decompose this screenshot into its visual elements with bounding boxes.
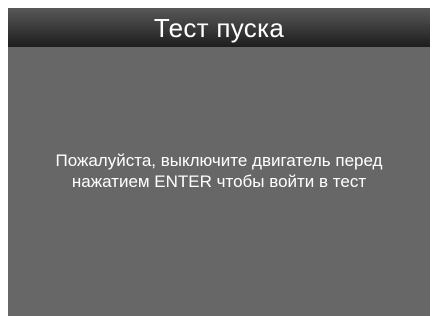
instruction-line-2: нажатием ENTER чтобы войти в тест (71, 172, 367, 191)
title-bar: Тест пуска (8, 8, 430, 47)
instruction-message: Пожалуйста, выключите двигатель перед на… (8, 150, 430, 192)
page-title: Тест пуска (153, 13, 285, 43)
instruction-line-1: Пожалуйста, выключите двигатель перед (55, 151, 383, 170)
device-screen: Тест пуска Пожалуйста, выключите двигате… (8, 8, 430, 316)
